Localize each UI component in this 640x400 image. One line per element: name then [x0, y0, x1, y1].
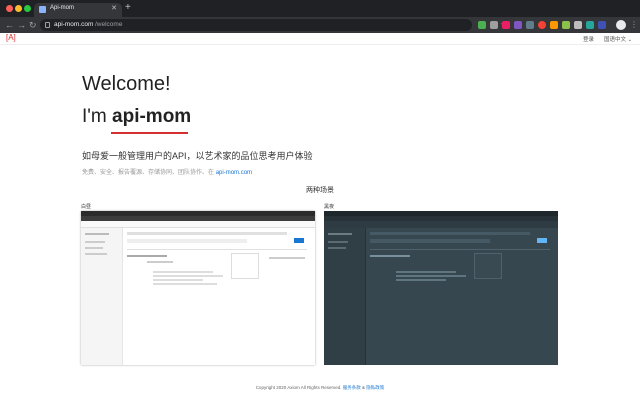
language-select[interactable]: 国语中文 ⌄: [604, 35, 632, 43]
screenshot-sidebar-line: [85, 247, 103, 249]
features-link[interactable]: api-mom.com: [216, 170, 252, 176]
kebab-menu-icon[interactable]: ⋮: [630, 19, 638, 31]
terms-link[interactable]: 服务条款: [343, 385, 361, 390]
screenshot-sidebar-line: [328, 241, 348, 243]
reload-icon[interactable]: ↻: [29, 19, 37, 31]
brand-prefix: I'm: [82, 106, 107, 127]
extension-icon[interactable]: [526, 21, 534, 29]
tab-title: Api-mom: [50, 5, 75, 11]
site-header: [A] 登录 国语中文 ⌄: [0, 33, 640, 45]
screenshot-sidebar-line: [85, 241, 105, 243]
screenshot-sidebar-line: [85, 233, 109, 235]
screenshot-dropdown: [231, 253, 259, 279]
extension-icon[interactable]: [478, 21, 486, 29]
tagline: 如母爱一般管理用户的API，以艺术家的品位思考用户体验: [82, 151, 313, 161]
screenshot-dropdown: [474, 253, 502, 279]
close-window-icon[interactable]: [6, 5, 13, 12]
extension-icon[interactable]: [586, 21, 594, 29]
brand-name: api-mom: [112, 106, 192, 127]
browser-tabbar: Api-mom ✕ +: [0, 0, 640, 17]
screenshot-input: [370, 239, 490, 243]
brand-heading: I'm api-mom: [82, 106, 191, 128]
features-line: 免费、安全、报告覆源、存储协同、团队协作、在 api-mom.com: [82, 167, 252, 176]
new-tab-icon[interactable]: +: [125, 2, 131, 14]
browser-toolbar: ← → ↻ api-mom.com /welcome ☆ ⋮: [0, 17, 640, 33]
screenshot-divider: [370, 249, 550, 250]
back-arrow-icon[interactable]: ←: [5, 19, 14, 31]
url-path: /welcome: [95, 21, 123, 28]
close-tab-icon[interactable]: ✕: [111, 4, 117, 12]
site-logo[interactable]: [A]: [6, 33, 16, 42]
screenshot-tabs: [370, 232, 530, 235]
address-bar[interactable]: api-mom.com /welcome ☆: [40, 19, 507, 31]
screenshot-header: [324, 221, 558, 228]
screenshot-text-line: [153, 275, 223, 277]
copyright: Copyright 2020 Axiom All Rights Reserved…: [255, 385, 342, 390]
brand-underline: [111, 132, 188, 134]
light-theme-label: 白昼: [81, 204, 92, 210]
light-theme-screenshot: [81, 211, 315, 365]
screenshot-divider: [127, 249, 307, 250]
screenshot-input: [127, 239, 247, 243]
privacy-link[interactable]: 隐私政策: [366, 385, 384, 390]
dark-theme-label: 黑夜: [324, 204, 335, 210]
screenshot-text-line: [147, 261, 173, 263]
screenshot-sidebar-line: [328, 247, 346, 249]
screenshot-text-line: [153, 279, 203, 281]
extension-icon[interactable]: [574, 21, 582, 29]
extension-icon[interactable]: [538, 21, 546, 29]
screenshot-text-line: [153, 283, 217, 285]
url-host: api-mom.com: [54, 21, 94, 28]
screenshot-text-line: [269, 257, 305, 259]
screenshot-tabs: [127, 232, 287, 235]
extension-icon[interactable]: [490, 21, 498, 29]
extension-icon[interactable]: [550, 21, 558, 29]
screenshot-text-line: [396, 271, 456, 273]
login-link[interactable]: 登录: [583, 35, 594, 43]
extension-icon[interactable]: [514, 21, 522, 29]
footer-separator: &: [362, 385, 366, 390]
extension-icon[interactable]: [562, 21, 570, 29]
favicon-icon: [39, 6, 46, 13]
maximize-window-icon[interactable]: [24, 5, 31, 12]
screenshot-text-line: [153, 271, 213, 273]
scenes-title: 两种场景: [306, 187, 334, 194]
screenshot-sidebar-line: [85, 253, 107, 255]
screenshot-send-button: [537, 238, 547, 243]
screenshot-text-line: [396, 275, 466, 277]
screenshot-text-line: [396, 279, 446, 281]
page-title: Welcome!: [82, 73, 171, 95]
screenshot-header: [81, 221, 315, 228]
screenshot-sidebar-line: [328, 233, 352, 235]
dark-theme-screenshot: [324, 211, 558, 365]
minimize-window-icon[interactable]: [15, 5, 22, 12]
screenshot-text-line: [127, 255, 167, 257]
features-text: 免费、安全、报告覆源、存储协同、团队协作、在: [82, 170, 215, 176]
browser-tab[interactable]: Api-mom ✕: [34, 3, 122, 17]
forward-arrow-icon[interactable]: →: [17, 19, 26, 31]
profile-avatar[interactable]: [616, 20, 626, 30]
lock-icon: [45, 22, 50, 28]
extension-icon[interactable]: [598, 21, 606, 29]
footer: Copyright 2020 Axiom All Rights Reserved…: [0, 385, 640, 391]
extension-icon[interactable]: [502, 21, 510, 29]
screenshot-send-button: [294, 238, 304, 243]
screenshot-text-line: [370, 255, 410, 257]
